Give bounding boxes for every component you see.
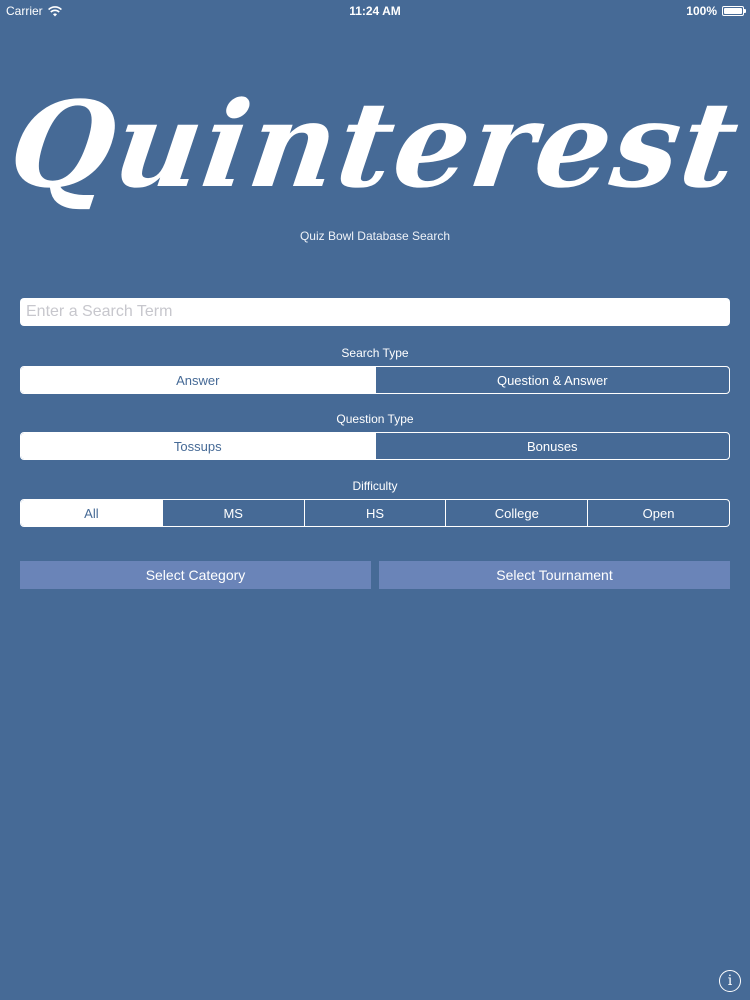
question-type-segment-tossups[interactable]: Tossups bbox=[21, 433, 375, 459]
difficulty-label: Difficulty bbox=[352, 479, 398, 493]
status-right: 100% bbox=[686, 4, 746, 18]
difficulty-segment-hs[interactable]: HS bbox=[303, 500, 446, 526]
search-type-segment-question-answer[interactable]: Question & Answer bbox=[374, 367, 730, 393]
question-type-control: Tossups Bonuses bbox=[20, 432, 730, 460]
difficulty-segment-open[interactable]: Open bbox=[587, 500, 729, 526]
difficulty-segment-ms[interactable]: MS bbox=[161, 500, 304, 526]
question-type-segment-bonuses[interactable]: Bonuses bbox=[374, 433, 730, 459]
app-subtitle: Quiz Bowl Database Search bbox=[299, 229, 451, 243]
question-type-label: Question Type bbox=[336, 412, 414, 426]
search-type-control: Answer Question & Answer bbox=[20, 366, 730, 394]
difficulty-segment-all[interactable]: All bbox=[21, 500, 162, 526]
difficulty-segment-college[interactable]: College bbox=[445, 500, 587, 526]
app-logo: Quinterest bbox=[1, 75, 749, 214]
search-type-segment-answer[interactable]: Answer bbox=[21, 367, 375, 393]
info-icon[interactable]: i bbox=[719, 970, 741, 992]
select-category-button[interactable]: Select Category bbox=[20, 561, 371, 589]
search-type-label: Search Type bbox=[341, 346, 409, 360]
status-bar: Carrier 11:24 AM 100% bbox=[0, 0, 750, 22]
battery-level bbox=[724, 8, 742, 14]
select-tournament-button[interactable]: Select Tournament bbox=[379, 561, 730, 589]
difficulty-control: All MS HS College Open bbox=[20, 499, 730, 527]
clock: 11:24 AM bbox=[349, 4, 401, 18]
battery-icon bbox=[722, 6, 746, 16]
search-input[interactable] bbox=[20, 298, 730, 326]
battery-percent: 100% bbox=[686, 4, 717, 18]
